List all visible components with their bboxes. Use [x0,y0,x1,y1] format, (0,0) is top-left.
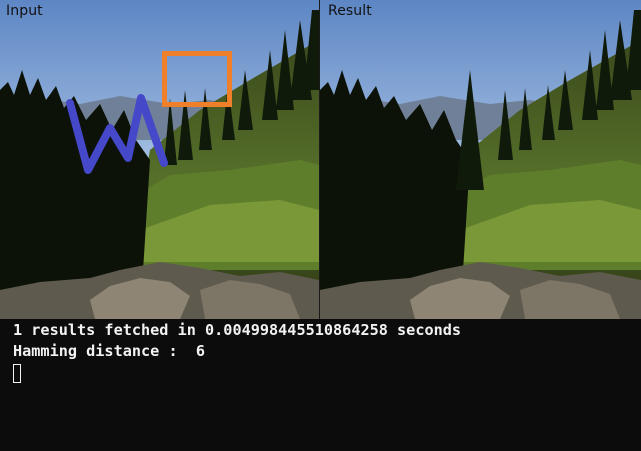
hamming-distance-line: Hamming distance : 6 [13,342,206,360]
input-image-panel: Input [0,0,319,319]
result-image [320,0,641,319]
results-fetched-line: 1 results fetched in 0.00499844551086425… [13,321,462,339]
text-cursor [13,364,21,383]
result-image-panel: Result [320,0,641,319]
result-label: Result [328,3,372,19]
console-output[interactable]: 1 results fetched in 0.00499844551086425… [0,319,641,451]
input-label: Input [6,3,43,19]
input-image [0,0,319,319]
